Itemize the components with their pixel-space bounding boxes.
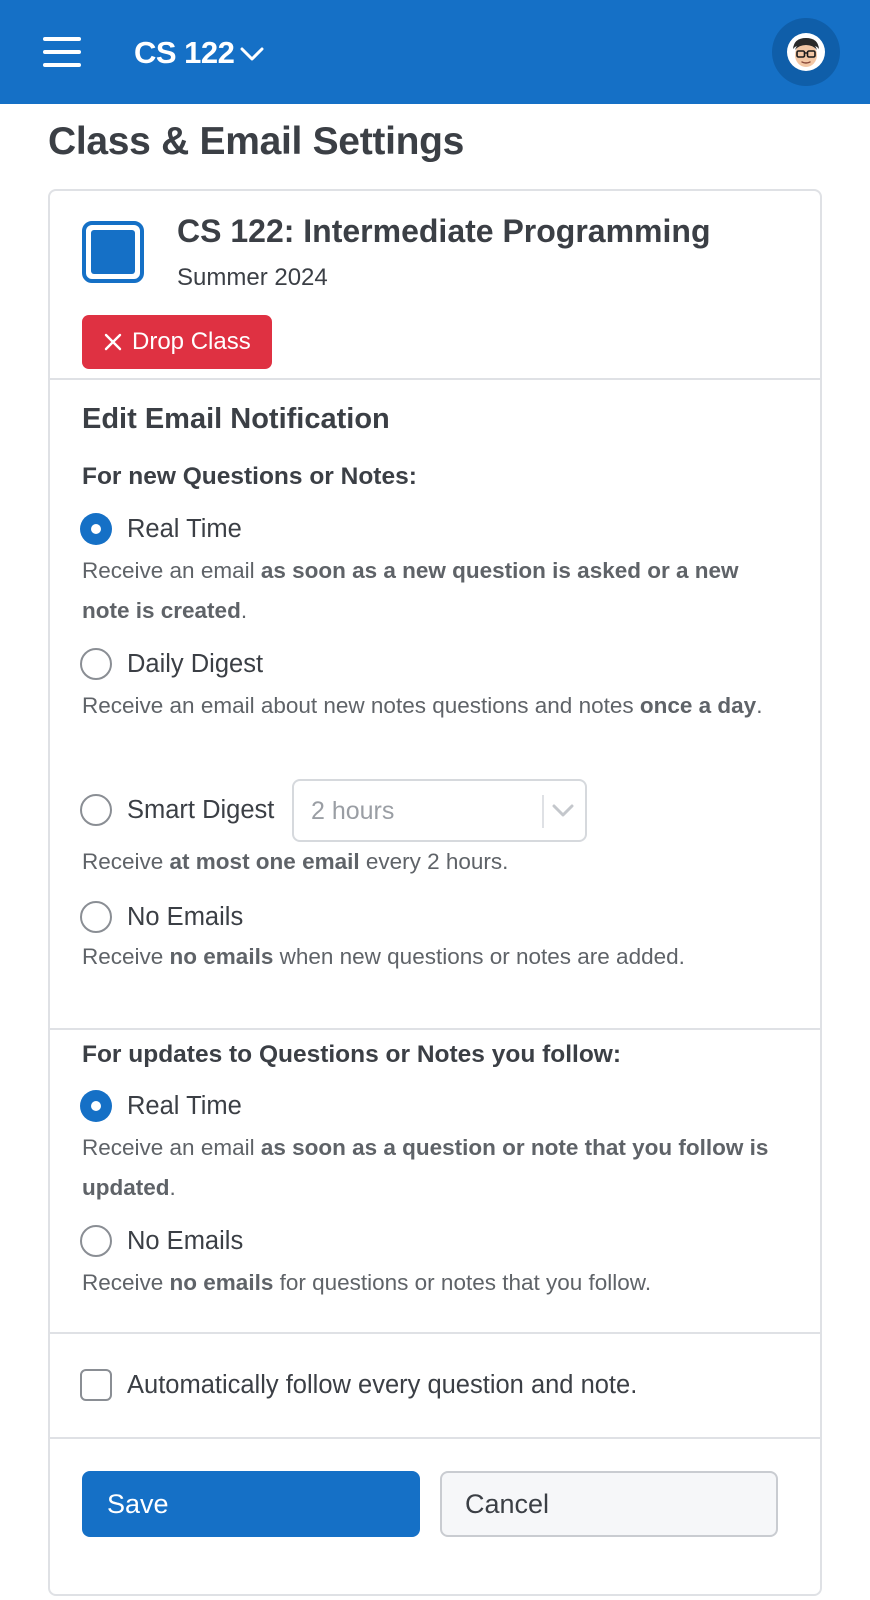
desc-text: . (169, 1175, 176, 1200)
radio-button-checked[interactable] (80, 1090, 112, 1122)
radio-label: Smart Digest (127, 795, 275, 824)
avatar-face-icon (787, 33, 825, 71)
save-button[interactable]: Save (82, 1471, 420, 1537)
followed-posts-heading: For updates to Questions or Notes you fo… (82, 1041, 622, 1068)
radio-label: No Emails (127, 1226, 244, 1255)
settings-card: CS 122: Intermediate Programming Summer … (48, 189, 822, 1596)
radio-label: Daily Digest (127, 649, 264, 678)
radio-label: Real Time (127, 514, 242, 543)
smart-digest-interval-select[interactable]: 2 hours (292, 779, 587, 842)
select-separator (542, 795, 544, 828)
desc-emphasis: once a day (639, 693, 757, 718)
divider (50, 1028, 820, 1030)
divider (50, 1437, 820, 1439)
no-emails-description: Receive no emails when new questions or … (82, 937, 782, 977)
user-avatar[interactable] (772, 18, 840, 86)
desc-text: Receive an email (82, 1135, 261, 1160)
radio-button[interactable] (80, 794, 112, 826)
radio-followed-no-emails[interactable]: No Emails (80, 1223, 243, 1259)
course-icon (82, 221, 144, 283)
course-switcher-label: CS 122 (134, 35, 235, 70)
desc-emphasis: no emails (169, 1270, 274, 1295)
close-icon (104, 333, 122, 351)
desc-text: Receive an email about new notes questio… (82, 693, 640, 718)
desc-text: . (240, 598, 248, 623)
drop-class-button[interactable]: Drop Class (82, 315, 272, 369)
radio-button-checked[interactable] (80, 513, 112, 545)
followed-no-emails-description: Receive no emails for questions or notes… (82, 1263, 782, 1303)
new-posts-heading: For new Questions or Notes: (82, 463, 417, 490)
radio-button[interactable] (80, 1225, 112, 1257)
daily-digest-description: Receive an email about new notes questio… (82, 686, 782, 726)
followed-real-time-description: Receive an email as soon as a question o… (82, 1128, 782, 1208)
radio-followed-real-time[interactable]: Real Time (80, 1088, 242, 1124)
radio-new-daily-digest[interactable]: Daily Digest (80, 646, 263, 682)
auto-follow-label: Automatically follow every question and … (127, 1370, 638, 1399)
auto-follow-checkbox[interactable] (80, 1369, 112, 1401)
desc-text: Receive (82, 849, 170, 874)
email-notification-title: Edit Email Notification (82, 403, 390, 435)
top-app-bar: CS 122 (0, 0, 870, 104)
smart-digest-description: Receive at most one email every 2 hours. (82, 842, 782, 882)
course-name: CS 122: Intermediate Programming (177, 213, 711, 249)
chevron-down-icon (552, 804, 574, 817)
desc-text: for questions or notes that you follow. (273, 1270, 652, 1295)
radio-button[interactable] (80, 901, 112, 933)
divider (50, 1332, 820, 1334)
hamburger-menu-icon[interactable] (43, 37, 81, 67)
course-switcher[interactable]: CS 122 (134, 33, 264, 73)
select-value: 2 hours (311, 797, 395, 825)
desc-emphasis: no emails (169, 944, 274, 969)
desc-text: . (756, 693, 763, 718)
radio-new-no-emails[interactable]: No Emails (80, 899, 243, 935)
cancel-button[interactable]: Cancel (440, 1471, 778, 1537)
drop-class-label: Drop Class (132, 328, 251, 355)
desc-text: when new questions or notes are added. (273, 944, 685, 969)
desc-text: Receive an email (82, 558, 261, 583)
auto-follow-checkbox-row[interactable]: Automatically follow every question and … (80, 1367, 637, 1403)
real-time-description: Receive an email as soon as a new questi… (82, 551, 782, 631)
chevron-down-icon (240, 47, 264, 61)
radio-label: Real Time (127, 1091, 242, 1120)
desc-text: Receive (82, 944, 170, 969)
desc-emphasis: at most one email (169, 849, 360, 874)
desc-text: every 2 hours. (359, 849, 509, 874)
radio-new-smart-digest[interactable]: Smart Digest (80, 792, 274, 828)
radio-label: No Emails (127, 902, 244, 931)
radio-new-real-time[interactable]: Real Time (80, 511, 242, 547)
radio-button[interactable] (80, 648, 112, 680)
course-term: Summer 2024 (177, 264, 328, 291)
page-title: Class & Email Settings (48, 120, 465, 163)
divider (50, 378, 820, 380)
desc-text: Receive (82, 1270, 170, 1295)
